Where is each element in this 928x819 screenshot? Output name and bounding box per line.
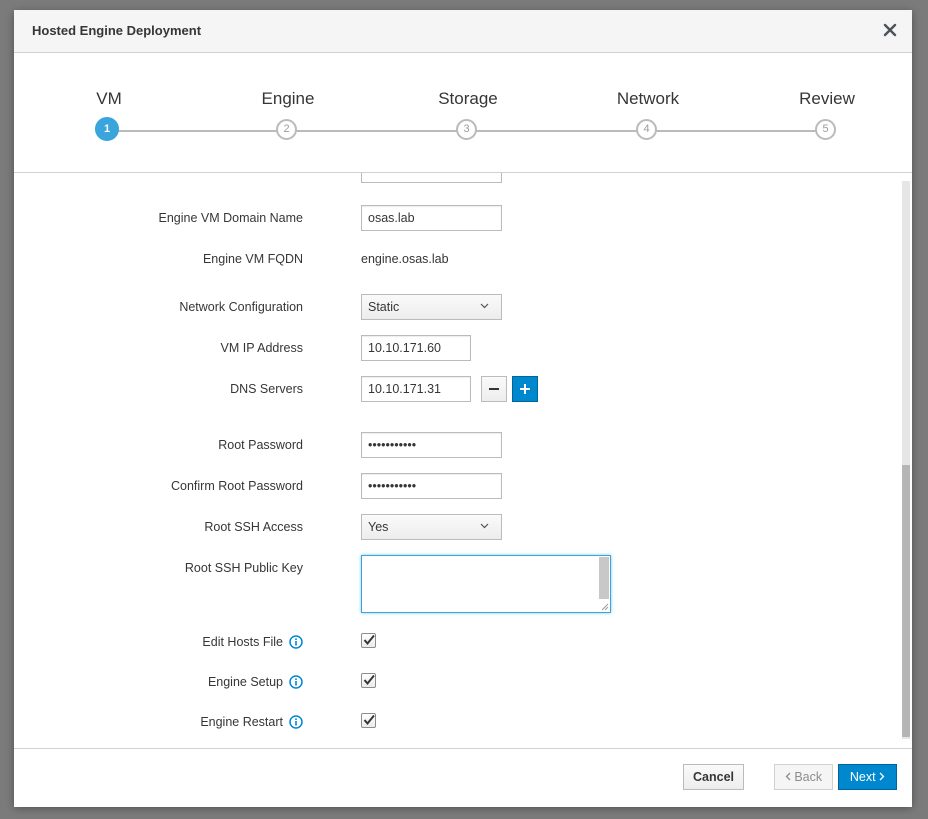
network-configuration-label: Network Configuration [179, 300, 303, 314]
engine-restart-label: Engine Restart [200, 709, 303, 735]
root-ssh-access-label: Root SSH Access [204, 520, 303, 534]
step-engine[interactable]: Engine 2 [228, 53, 348, 153]
dns-server-input[interactable]: 10.10.171.31 [361, 376, 471, 402]
vm-ip-address-row: VM IP Address 10.10.171.60 [14, 335, 894, 365]
step-network[interactable]: Network 4 [588, 53, 708, 153]
engine-vm-fqdn-label: Engine VM FQDN [202, 252, 303, 266]
minus-icon [489, 388, 499, 390]
dialog-header: Hosted Engine Deployment [14, 10, 912, 53]
root-ssh-public-key-row: Root SSH Public Key [14, 555, 894, 615]
vm-ip-address-input[interactable]: 10.10.171.60 [361, 335, 471, 361]
confirm-root-password-row: Confirm Root Password ••••••••••• [14, 473, 894, 503]
close-icon [883, 23, 897, 37]
engine-restart-checkbox[interactable] [361, 713, 376, 728]
network-configuration-select[interactable]: Static [361, 294, 502, 320]
edit-hosts-file-checkbox[interactable] [361, 633, 376, 648]
edit-hosts-file-row: Edit Hosts File [14, 629, 894, 659]
plus-icon [520, 384, 530, 394]
chevron-down-icon [480, 303, 489, 309]
next-button-label: Next [849, 770, 876, 784]
cancel-button[interactable]: Cancel [683, 764, 744, 790]
step-label: Review [799, 89, 855, 108]
wizard-steps: VM 1 Engine 2 Storage 3 Network 4 Review… [14, 53, 912, 173]
engine-vm-fqdn-row: Engine VM FQDN engine.osas.lab [14, 246, 894, 276]
engine-setup-label: Engine Setup [208, 669, 303, 695]
step-number: 2 [276, 119, 297, 140]
network-configuration-row: Network Configuration Static [14, 294, 894, 324]
dns-servers-row: DNS Servers 10.10.171.31 [14, 376, 894, 406]
clipped-field-row [14, 173, 894, 187]
engine-vm-fqdn-value: engine.osas.lab [361, 252, 449, 266]
step-number: 5 [815, 119, 836, 140]
confirm-root-password-input[interactable]: ••••••••••• [361, 473, 502, 499]
engine-setup-text: Engine Setup [207, 675, 283, 689]
engine-vm-domain-name-label: Engine VM Domain Name [158, 211, 303, 225]
info-icon[interactable] [289, 714, 303, 729]
root-ssh-access-row: Root SSH Access Yes [14, 514, 894, 544]
back-button-label: Back [794, 770, 823, 784]
root-ssh-access-select[interactable]: Yes [361, 514, 502, 540]
scrollbar-thumb[interactable] [902, 465, 910, 737]
next-button[interactable]: Next [838, 764, 897, 790]
engine-setup-checkbox[interactable] [361, 673, 376, 688]
checkmark-icon [363, 714, 375, 726]
root-password-input[interactable]: ••••••••••• [361, 432, 502, 458]
dns-servers-label: DNS Servers [230, 382, 303, 396]
hosted-engine-deployment-dialog: Hosted Engine Deployment VM 1 Engine 2 S… [14, 10, 912, 807]
network-configuration-value: Static [368, 300, 400, 314]
confirm-root-password-label: Confirm Root Password [171, 479, 303, 493]
step-vm[interactable]: VM 1 [49, 53, 169, 153]
info-icon[interactable] [289, 634, 303, 649]
close-button[interactable] [878, 18, 902, 42]
engine-vm-domain-name-row: Engine VM Domain Name osas.lab [14, 205, 894, 235]
dialog-title: Hosted Engine Deployment [32, 23, 202, 38]
edit-hosts-file-text: Edit Hosts File [202, 635, 283, 649]
step-label: Storage [438, 89, 498, 108]
step-label: Network [616, 89, 680, 108]
textarea-scrollbar[interactable] [599, 557, 609, 599]
engine-restart-text: Engine Restart [200, 715, 283, 729]
root-ssh-public-key-textarea[interactable] [361, 555, 611, 613]
step-label: VM [96, 89, 122, 108]
root-ssh-public-key-label: Root SSH Public Key [184, 561, 303, 575]
checkmark-icon [363, 634, 375, 646]
add-dns-button[interactable] [512, 376, 538, 402]
form-body: Engine VM Domain Name osas.lab Engine VM… [14, 173, 912, 747]
dialog-footer: Cancel Back Next [14, 748, 912, 807]
back-button[interactable]: Back [774, 764, 833, 790]
info-icon[interactable] [289, 674, 303, 689]
engine-restart-row: Engine Restart [14, 709, 894, 739]
step-storage[interactable]: Storage 3 [408, 53, 528, 153]
root-ssh-access-value: Yes [368, 520, 389, 534]
step-number: 1 [95, 117, 119, 141]
resize-grip-icon[interactable] [600, 602, 609, 611]
engine-setup-row: Engine Setup [14, 669, 894, 699]
root-password-row: Root Password ••••••••••• [14, 432, 894, 462]
clipped-input[interactable] [361, 173, 502, 183]
vm-ip-address-label: VM IP Address [220, 341, 303, 355]
remove-dns-button[interactable] [481, 376, 507, 402]
step-number: 3 [456, 119, 477, 140]
step-number: 4 [636, 119, 657, 140]
edit-hosts-file-label: Edit Hosts File [202, 629, 303, 655]
engine-vm-domain-name-input[interactable]: osas.lab [361, 205, 502, 231]
chevron-down-icon [480, 523, 489, 529]
checkmark-icon [363, 674, 375, 686]
step-label: Engine [261, 89, 315, 108]
step-review[interactable]: Review 5 [767, 53, 887, 153]
root-password-label: Root Password [218, 438, 303, 452]
chevron-left-icon [785, 772, 791, 781]
chevron-right-icon [879, 772, 885, 781]
